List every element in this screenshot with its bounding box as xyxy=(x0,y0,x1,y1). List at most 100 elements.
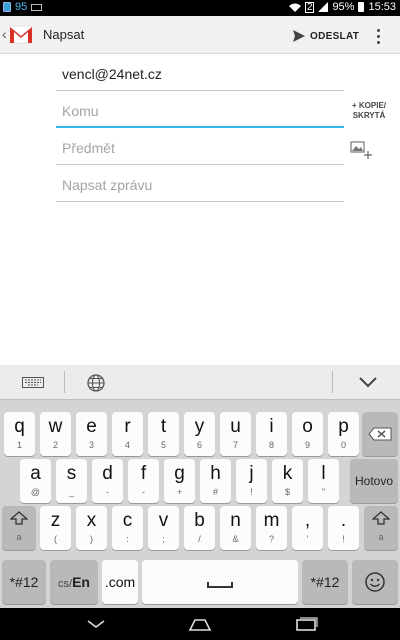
key-main-label: z xyxy=(50,510,61,531)
key-sub-label: 3 xyxy=(88,440,94,450)
nav-home-icon[interactable] xyxy=(188,615,212,633)
key-main-label: p xyxy=(338,416,349,437)
lang-label-2: En xyxy=(72,574,90,590)
key-sub-label: @ xyxy=(30,487,41,497)
key-r2-6[interactable]: j! xyxy=(236,459,267,503)
key-main-label: a xyxy=(30,463,41,484)
key-r3-6[interactable]: m? xyxy=(256,506,287,550)
overflow-menu-icon[interactable] xyxy=(368,24,388,48)
key-sub-label: 0 xyxy=(340,440,346,450)
battery-icon xyxy=(358,2,365,12)
space-key[interactable] xyxy=(142,560,298,604)
key-main-label: t xyxy=(160,416,167,437)
key-sub-label: $ xyxy=(284,487,290,497)
key-sub-label: / xyxy=(198,534,201,544)
key-r2-4[interactable]: g + xyxy=(164,459,195,503)
language-key[interactable]: cs/En xyxy=(50,560,98,604)
action-bar: ‹ Napsat ODESLAT xyxy=(0,16,400,54)
key-main-label: j xyxy=(249,463,254,484)
status-left: 95 xyxy=(3,1,43,13)
lang-label-1: cs/ xyxy=(58,578,73,590)
key-r3-0[interactable]: z( xyxy=(40,506,71,550)
key-main-label: e xyxy=(86,416,97,437)
key-r3-8[interactable]: .! xyxy=(328,506,359,550)
symbols-key-left[interactable]: *#12 xyxy=(2,560,46,604)
key-r1-8[interactable]: o9 xyxy=(292,412,323,456)
attach-image-icon[interactable] xyxy=(350,140,372,160)
key-main-label: s xyxy=(66,463,77,484)
key-main-label: r xyxy=(124,416,131,437)
key-sub-label: + xyxy=(176,487,183,497)
done-key[interactable]: Hotovo xyxy=(350,459,398,503)
key-r3-2[interactable]: c: xyxy=(112,506,143,550)
backspace-key[interactable] xyxy=(362,412,398,456)
to-field[interactable]: Komu xyxy=(56,98,344,128)
globe-icon[interactable] xyxy=(86,373,106,393)
dotcom-key[interactable]: .com xyxy=(102,560,138,604)
message-body-field[interactable]: Napsat zprávu xyxy=(56,172,344,202)
send-button[interactable]: ODESLAT xyxy=(292,25,359,47)
signal-icon xyxy=(318,2,329,12)
key-sub-label: 4 xyxy=(124,440,130,450)
send-icon xyxy=(293,30,305,42)
key-main-label: f xyxy=(140,463,147,484)
smiley-icon xyxy=(365,572,385,592)
key-r3-1[interactable]: x) xyxy=(76,506,107,550)
key-r1-0[interactable]: q1 xyxy=(4,412,35,456)
nav-back-chevron-icon[interactable] xyxy=(84,615,108,633)
key-sub-label: ? xyxy=(268,534,274,544)
toolbar-divider xyxy=(332,371,333,393)
key-main-label: w xyxy=(48,416,63,437)
nav-recents-icon[interactable] xyxy=(294,615,318,633)
key-main-label: b xyxy=(194,510,205,531)
key-r2-7[interactable]: k $ xyxy=(272,459,303,503)
key-r2-5[interactable]: h # xyxy=(200,459,231,503)
key-r3-5[interactable]: n & xyxy=(220,506,251,550)
key-r2-0[interactable]: a @ xyxy=(20,459,51,503)
key-sub-label: ) xyxy=(90,534,93,544)
key-r1-5[interactable]: y6 xyxy=(184,412,215,456)
key-sub-label: ' xyxy=(306,534,309,544)
key-main-label: c xyxy=(122,510,133,531)
symbols-key-right[interactable]: *#12 xyxy=(302,560,348,604)
key-r1-7[interactable]: i8 xyxy=(256,412,287,456)
key-main-label: v xyxy=(158,510,169,531)
key-r1-4[interactable]: t5 xyxy=(148,412,179,456)
key-r2-8[interactable]: l " xyxy=(308,459,339,503)
key-r2-2[interactable]: d- xyxy=(92,459,123,503)
back-chevron-icon[interactable]: ‹ xyxy=(2,26,7,42)
key-main-label: . xyxy=(340,510,347,531)
shift-arrow-icon xyxy=(371,511,391,525)
emoji-key[interactable] xyxy=(352,560,398,604)
symbols-label: *#12 xyxy=(9,574,39,590)
shift-sub-label: a xyxy=(16,532,22,542)
key-r1-3[interactable]: r4 xyxy=(112,412,143,456)
key-main-label: h xyxy=(210,463,221,484)
from-field[interactable]: vencl@24net.cz xyxy=(56,61,344,91)
space-bar-icon xyxy=(207,582,233,588)
gmail-logo-icon[interactable] xyxy=(9,24,33,44)
key-sub-label: ! xyxy=(342,534,345,544)
shift-key-left[interactable]: a xyxy=(2,506,36,550)
cc-bcc-button[interactable]: + KOPIE/ SKRYTÁ xyxy=(352,101,386,121)
done-label: Hotovo xyxy=(354,474,394,488)
key-r2-3[interactable]: f- xyxy=(128,459,159,503)
key-r1-2[interactable]: e3 xyxy=(76,412,107,456)
clock: 15:53 xyxy=(368,1,396,13)
subject-field[interactable]: Předmět xyxy=(56,135,344,165)
key-sub-label: _ xyxy=(68,487,74,497)
key-r1-9[interactable]: p0 xyxy=(328,412,359,456)
on-screen-keyboard: q1w2e3r4t5y6u7i8o9p0 a @ s _ d - f - g + h # j! k $ l " … xyxy=(0,365,400,608)
status-right: 2 95% 15:53 xyxy=(288,1,396,13)
key-r1-1[interactable]: w2 xyxy=(40,412,71,456)
key-r3-7[interactable]: , ' xyxy=(292,506,323,550)
keyboard-settings-icon[interactable] xyxy=(22,377,44,388)
key-r3-4[interactable]: b / xyxy=(184,506,215,550)
shift-key-right[interactable]: a xyxy=(364,506,398,550)
hide-keyboard-chevron-icon[interactable] xyxy=(358,375,378,389)
key-r3-3[interactable]: v; xyxy=(148,506,179,550)
key-r1-6[interactable]: u7 xyxy=(220,412,251,456)
battery-percent: 95% xyxy=(332,1,355,13)
key-r2-1[interactable]: s _ xyxy=(56,459,87,503)
shift-arrow-icon xyxy=(9,511,29,525)
